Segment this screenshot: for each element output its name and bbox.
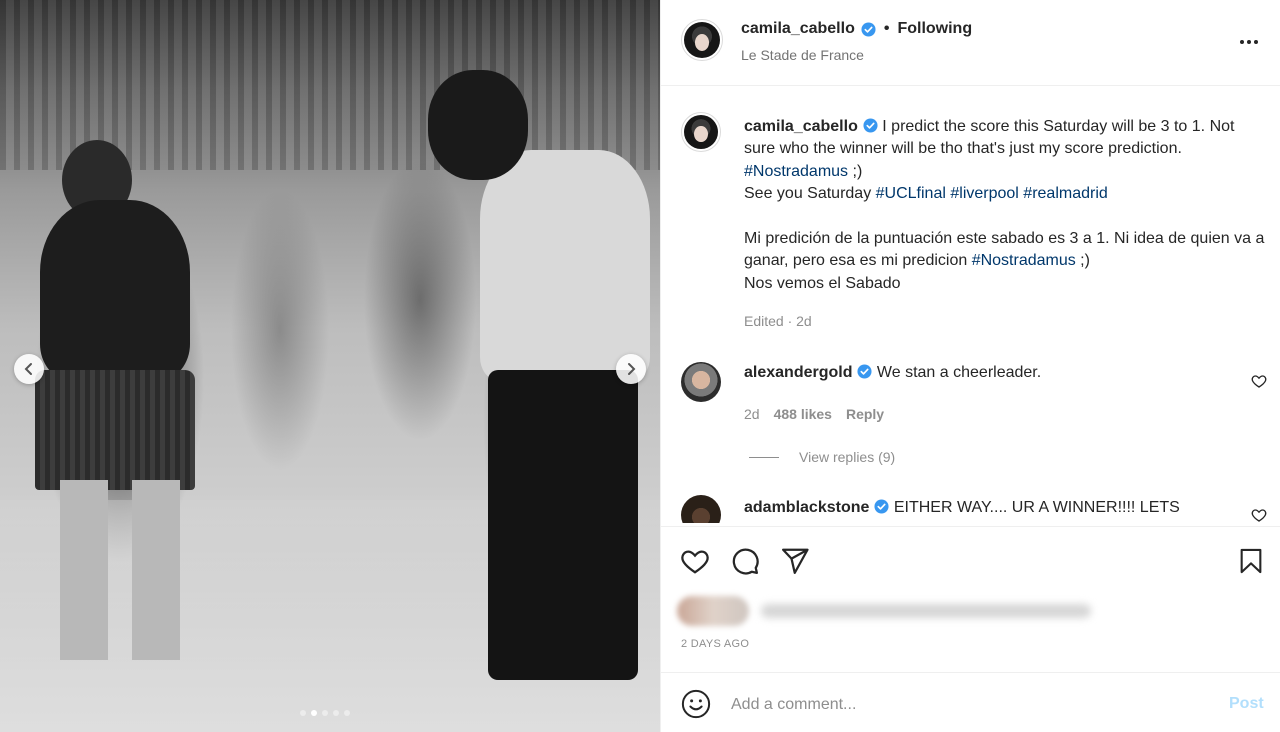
caption-edited-time: Edited · 2d bbox=[744, 313, 812, 329]
post-actions-bar bbox=[661, 526, 1280, 596]
like-button[interactable] bbox=[679, 545, 711, 577]
comments-list[interactable]: camila_cabello I predict the score this … bbox=[661, 87, 1280, 523]
add-comment-bar: Post bbox=[661, 672, 1280, 732]
post-location[interactable]: Le Stade de France bbox=[741, 47, 864, 63]
chevron-left-icon bbox=[24, 363, 32, 375]
ellipsis-dot-icon bbox=[1254, 40, 1258, 44]
share-button[interactable] bbox=[779, 545, 811, 577]
view-replies-label: View replies (9) bbox=[799, 449, 896, 465]
comment-text: We stan a cheerleader. bbox=[872, 364, 1042, 381]
comment-bubble-icon bbox=[732, 548, 759, 575]
post-timestamp[interactable]: 2 DAYS AGO bbox=[681, 638, 749, 650]
following-button[interactable]: Following bbox=[897, 20, 972, 38]
photo-person-left-jacket bbox=[40, 200, 190, 380]
emoji-icon[interactable] bbox=[681, 689, 711, 719]
author-line: camila_cabello • Following bbox=[741, 20, 972, 38]
author-avatar-image bbox=[684, 22, 720, 58]
photo-person-right-shirt bbox=[480, 150, 650, 380]
commenter-avatar[interactable] bbox=[681, 495, 721, 523]
post-caption: camila_cabello I predict the score this … bbox=[744, 116, 1269, 295]
comment-button[interactable] bbox=[729, 545, 761, 577]
hashtag-link[interactable]: #UCLfinal bbox=[876, 185, 946, 202]
ellipsis-dot-icon bbox=[1247, 40, 1251, 44]
caption-text: ;) bbox=[1075, 252, 1090, 270]
carousel-dot-active bbox=[311, 710, 317, 716]
like-comment-heart-icon[interactable] bbox=[1251, 507, 1267, 523]
liked-by-avatars-blurred bbox=[677, 596, 749, 626]
author-avatar[interactable] bbox=[681, 19, 723, 61]
carousel-prev-button[interactable] bbox=[14, 354, 44, 384]
hashtag-link[interactable]: #Nostradamus bbox=[972, 252, 1076, 269]
photo-person-left-legs bbox=[60, 480, 180, 660]
reply-button[interactable]: Reply bbox=[846, 406, 884, 422]
comment-meta: 2d 488 likes Reply bbox=[744, 406, 884, 422]
carousel-next-button[interactable] bbox=[616, 354, 646, 384]
commenter-avatar[interactable] bbox=[681, 362, 721, 402]
author-username[interactable]: camila_cabello bbox=[741, 20, 855, 38]
caption-author-avatar[interactable] bbox=[681, 112, 721, 152]
verified-badge-icon bbox=[874, 499, 889, 514]
post-photo[interactable] bbox=[0, 0, 660, 732]
comment-username[interactable]: alexandergold bbox=[744, 364, 852, 381]
post-header: camila_cabello • Following Le Stade de F… bbox=[661, 0, 1280, 86]
liked-by-blurred bbox=[677, 596, 1097, 626]
caption-text: ;) bbox=[848, 162, 863, 180]
caption-body: I predict the score this Saturday will b… bbox=[744, 118, 1264, 292]
like-comment-heart-icon[interactable] bbox=[1251, 373, 1267, 389]
verified-badge-icon bbox=[861, 21, 876, 37]
carousel-dot bbox=[322, 710, 328, 716]
save-button[interactable] bbox=[1235, 545, 1267, 577]
caption-author-avatar-image bbox=[684, 115, 718, 149]
comment-age: 2d bbox=[744, 406, 760, 422]
carousel-dot bbox=[300, 710, 306, 716]
caption-text: See you Saturday bbox=[744, 185, 876, 203]
photo-person-right-pants bbox=[488, 370, 638, 680]
replies-divider-line bbox=[749, 456, 779, 458]
caption-username[interactable]: camila_cabello bbox=[744, 118, 858, 135]
add-comment-input[interactable] bbox=[731, 693, 1211, 717]
comment-likes[interactable]: 488 likes bbox=[774, 406, 832, 422]
hashtag-link[interactable]: #Nostradamus bbox=[744, 163, 848, 180]
comment-item: alexandergold We stan a cheerleader. bbox=[744, 362, 1224, 384]
verified-badge-icon bbox=[863, 118, 878, 133]
comment-username[interactable]: adamblackstone bbox=[744, 499, 869, 516]
photo-person-left-skirt bbox=[35, 370, 195, 490]
view-replies-button[interactable]: View replies (9) bbox=[749, 449, 895, 465]
bookmark-icon bbox=[1240, 548, 1262, 574]
hashtag-link[interactable]: #liverpool bbox=[950, 185, 1018, 202]
heart-icon bbox=[681, 550, 709, 574]
comment-item: adamblackstone EITHER WAY.... UR A WINNE… bbox=[744, 497, 1224, 519]
carousel-dot bbox=[333, 710, 339, 716]
post-comment-button[interactable]: Post bbox=[1229, 695, 1264, 713]
more-options-button[interactable] bbox=[1235, 32, 1263, 52]
post-side-panel: camila_cabello • Following Le Stade de F… bbox=[660, 0, 1280, 732]
header-separator-dot: • bbox=[883, 20, 890, 37]
caption-text: Nos vemos el Sabado bbox=[744, 274, 901, 292]
verified-badge-icon bbox=[857, 364, 873, 379]
carousel-dot bbox=[344, 710, 350, 716]
carousel-indicator bbox=[300, 710, 350, 716]
comment-text: EITHER WAY.... UR A WINNER!!!! LETS bbox=[889, 499, 1180, 516]
ellipsis-dot-icon bbox=[1240, 40, 1244, 44]
hashtag-link[interactable]: #realmadrid bbox=[1023, 185, 1107, 202]
photo-person-right-head bbox=[428, 70, 528, 180]
liked-by-text-blurred bbox=[761, 604, 1091, 618]
paper-plane-icon bbox=[782, 548, 809, 574]
chevron-right-icon bbox=[628, 363, 636, 375]
